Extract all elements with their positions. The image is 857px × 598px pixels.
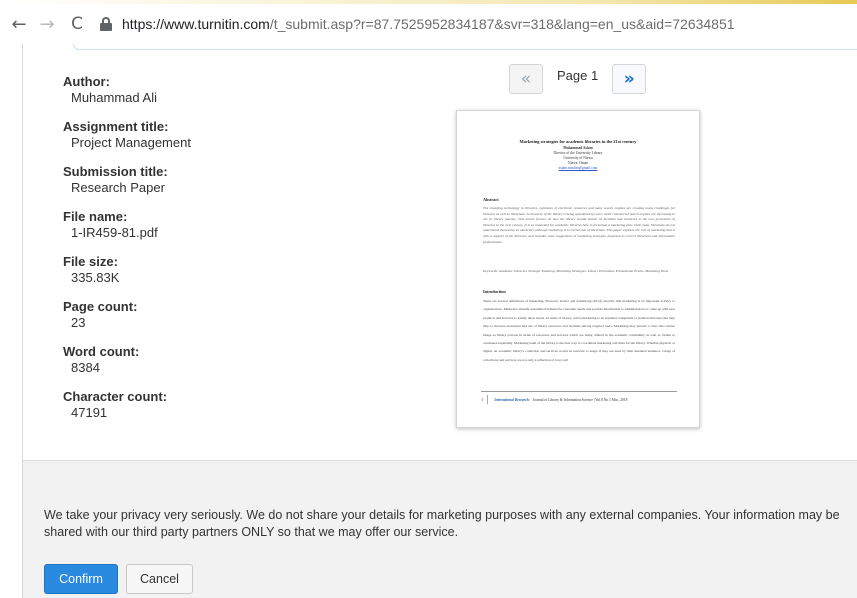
browser-address-bar: ← → C https://www.turnitin.com/t_submit.… <box>0 4 857 44</box>
detail-label: Character count: <box>63 389 168 404</box>
detail-page-count: Page count: 23 <box>63 299 263 344</box>
detail-word-count: Word count: 8384 <box>63 344 263 389</box>
preview-footer: 1 International Research: Journal of Lib… <box>481 395 677 404</box>
preview-journal-name: International Research: <box>494 397 530 402</box>
url-field[interactable]: https://www.turnitin.com/t_submit.asp?r=… <box>122 16 735 32</box>
detail-assignment-title: Assignment title: Project Management <box>63 119 263 164</box>
detail-label: Page count: <box>63 299 138 314</box>
page-content: Author: Muhammad Ali Assignment title: P… <box>22 44 857 598</box>
preview-footer-rule <box>481 391 677 392</box>
page-indicator: Page 1 <box>557 67 599 83</box>
preview-intro-text: There are several definitions of marketi… <box>483 299 675 362</box>
preview-email-wrap: aslam.muslim@gmail.com <box>457 166 699 170</box>
preview-abstract-heading: Abstract <box>483 197 499 202</box>
detail-character-count: Character count: 47191 <box>63 389 263 434</box>
preview-affiliation: Director of the University Library <box>553 151 603 155</box>
page-pager: « Page 1 » <box>509 64 647 94</box>
detail-value: Research Paper <box>71 180 165 195</box>
detail-value: 23 <box>71 315 86 330</box>
detail-submission-title: Submission title: Research Paper <box>63 164 263 209</box>
detail-label: Assignment title: <box>63 119 169 134</box>
url-path: /t_submit.asp?r=87.7525952834187&svr=318… <box>269 16 735 32</box>
preview-page-number: 1 <box>481 395 489 404</box>
confirm-button[interactable]: Confirm <box>44 564 118 594</box>
privacy-section: We take your privacy very seriously. We … <box>23 460 857 598</box>
preview-author: Muhammad Aslam <box>563 146 593 150</box>
preview-email: aslam.muslim@gmail.com <box>558 166 598 170</box>
url-host: https://www.turnitin.com <box>122 16 270 32</box>
preview-abstract-text: The emerging technology in libraries, ex… <box>483 206 675 244</box>
lock-icon[interactable] <box>100 17 112 31</box>
preview-intro-heading: Introduction <box>483 289 506 294</box>
preview-title: Marketing strategies for academic librar… <box>519 139 637 144</box>
preview-journal-details: Journal of Library & Information Science… <box>532 397 628 402</box>
cancel-button[interactable]: Cancel <box>126 564 193 594</box>
detail-value: 47191 <box>71 405 108 420</box>
detail-label: Author: <box>63 74 110 89</box>
detail-label: Submission title: <box>63 164 168 179</box>
preview-affiliation: University of Nizwa <box>563 156 593 160</box>
detail-label: File size: <box>63 254 118 269</box>
detail-value: 335.83K <box>71 270 120 285</box>
forward-arrow-icon[interactable]: → <box>36 13 58 35</box>
detail-file-size: File size: 335.83K <box>63 254 263 299</box>
detail-author: Author: Muhammad Ali <box>63 74 263 119</box>
submission-details: Author: Muhammad Ali Assignment title: P… <box>63 74 263 434</box>
back-arrow-icon[interactable]: ← <box>8 13 30 35</box>
reload-icon[interactable]: C <box>66 13 88 35</box>
privacy-notice: We take your privacy very seriously. We … <box>44 508 840 539</box>
preview-keywords: Keywords: Academic Libraries, Strategic … <box>483 269 669 273</box>
detail-value: 8384 <box>71 360 100 375</box>
detail-value: 1-IR459-81.pdf <box>71 225 158 240</box>
detail-value: Project Management <box>71 135 191 150</box>
detail-value: Muhammad Ali <box>71 90 157 105</box>
header-divider <box>73 44 857 50</box>
detail-label: File name: <box>63 209 128 224</box>
document-preview[interactable]: Marketing strategies for academic librar… <box>456 110 700 428</box>
next-page-button[interactable]: » <box>612 64 647 94</box>
preview-affiliation: Nizwa, Oman <box>568 161 588 165</box>
previous-page-button[interactable]: « <box>509 64 543 94</box>
detail-label: Word count: <box>63 344 140 359</box>
detail-file-name: File name: 1-IR459-81.pdf <box>63 209 263 254</box>
